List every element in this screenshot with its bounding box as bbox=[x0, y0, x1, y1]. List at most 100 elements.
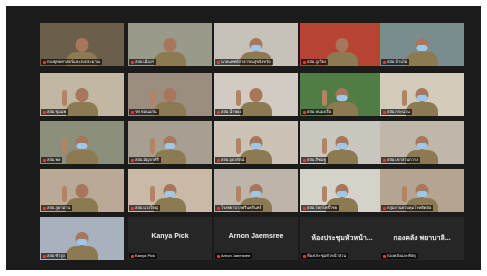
participant-tile[interactable]: สสอ.เขาสวนกวาง bbox=[380, 121, 464, 164]
participant-tile[interactable]: กองยุทธศาสตร์และงบประมาณ bbox=[40, 23, 124, 66]
muted-mic-icon bbox=[43, 206, 46, 210]
muted-mic-icon bbox=[383, 110, 386, 114]
raised-hand-icon bbox=[322, 138, 327, 154]
participant-head bbox=[163, 38, 177, 52]
muted-mic-icon bbox=[43, 254, 46, 258]
muted-mic-icon bbox=[383, 254, 386, 258]
participant-tile[interactable]: นายแพทย์สาธารณสุขจังหวัด bbox=[214, 23, 298, 66]
participant-name: กองคลังและพัสดุ bbox=[387, 253, 416, 258]
participant-tile[interactable]: สสอ.แวงใหญ่ bbox=[128, 169, 212, 212]
participant-name: กองยุทธศาสตร์และงบประมาณ bbox=[47, 59, 101, 64]
muted-mic-icon bbox=[43, 60, 46, 64]
participant-name-label: สสอ.ภูผาม่าน bbox=[41, 205, 73, 211]
participant-name: สสอ.แวงใหญ่ bbox=[135, 205, 159, 210]
participant-silhouette bbox=[236, 86, 273, 116]
participant-tile[interactable]: สสอ.ชุมแพ bbox=[40, 73, 124, 116]
participant-gallery: กองยุทธศาสตร์และงบประมาณ สสอ.เมืองฯ นายแพท… bbox=[40, 23, 464, 270]
participant-name: สสอ.กระนวน bbox=[387, 109, 410, 114]
participant-name: Arnon Jaemsree bbox=[221, 253, 251, 258]
participant-name-label: สสอ.สีชมพู bbox=[301, 157, 328, 163]
face-mask-icon bbox=[416, 45, 428, 51]
participant-name: สสอ.โคกโพธิ์ไชย bbox=[307, 205, 337, 210]
participant-head bbox=[163, 88, 177, 102]
face-mask-icon bbox=[336, 191, 348, 197]
participant-name-label: สสอ.แวงใหญ่ bbox=[129, 205, 161, 211]
participant-tile[interactable]: สสอ.เมืองฯ bbox=[128, 23, 212, 66]
face-mask-icon bbox=[164, 191, 176, 197]
participant-tile[interactable]: สสอ.พล bbox=[40, 121, 124, 164]
participant-name: โรงพยาบาลศรีนครินทร์ bbox=[221, 205, 262, 210]
participant-name: สสอ.ภูผาม่าน bbox=[47, 205, 71, 210]
muted-mic-icon bbox=[131, 158, 134, 162]
participant-name: สสอ.สีชมพู bbox=[307, 157, 326, 162]
participant-name: รพ.ขอนแก่น bbox=[135, 109, 157, 114]
raised-hand-icon bbox=[236, 186, 241, 202]
face-mask-icon bbox=[336, 143, 348, 149]
participant-silhouette bbox=[325, 36, 359, 66]
face-mask-icon bbox=[416, 191, 428, 197]
muted-mic-icon bbox=[43, 110, 46, 114]
participant-tile[interactable]: สสอ.กระนวน bbox=[380, 73, 464, 116]
participant-tile[interactable]: สสอ.บ้านไผ่ bbox=[380, 23, 464, 66]
participant-tile[interactable]: Arnon Jaemsree Arnon Jaemsree bbox=[214, 217, 298, 260]
participant-tile[interactable]: สสอ.สีชมพู bbox=[300, 121, 384, 164]
participant-display-name: Kanya Pick bbox=[151, 233, 189, 240]
raised-hand-icon bbox=[322, 90, 327, 106]
participant-tile[interactable]: สสอ.ซำสูง bbox=[40, 217, 124, 260]
participant-silhouette bbox=[153, 36, 187, 66]
raised-hand-icon bbox=[402, 90, 407, 106]
face-mask-icon bbox=[250, 191, 262, 197]
participant-name: สสอ.หนองเรือ bbox=[307, 109, 332, 114]
muted-mic-icon bbox=[303, 254, 306, 258]
participant-tile[interactable]: สสอ.น้ำพอง bbox=[214, 73, 298, 116]
participant-name-label: ห้องประชุมหัวหน้าส่วน bbox=[301, 253, 349, 259]
participant-name: สสอ.บ้านไผ่ bbox=[387, 59, 408, 64]
participant-name-label: กองยุทธศาสตร์และงบประมาณ bbox=[41, 59, 103, 65]
participant-name: สสอ.ชุมแพ bbox=[47, 109, 66, 114]
participant-body bbox=[66, 246, 98, 260]
participant-name-label: สสอ.เมืองฯ bbox=[129, 59, 157, 65]
participant-name-label: โรงพยาบาลศรีนครินทร์ bbox=[215, 205, 264, 211]
muted-mic-icon bbox=[303, 206, 306, 210]
participant-tile[interactable]: สสอ.ภูผาม่าน bbox=[40, 169, 124, 212]
participant-tile[interactable]: ห้องประชุมหัวหน้า... ห้องประชุมหัวหน้าส่ว… bbox=[300, 217, 384, 260]
participant-name: สสอ.อุบลรัตน์ bbox=[221, 157, 245, 162]
face-mask-icon bbox=[250, 143, 262, 149]
participant-tile[interactable]: สสอ.โคกโพธิ์ไชย bbox=[300, 169, 384, 212]
participant-tile[interactable]: กลุ่มงานควบคุมโรคติดต่อ bbox=[380, 169, 464, 212]
muted-mic-icon bbox=[383, 60, 386, 64]
participant-name-label: สสอ.มัญจาคีรี bbox=[129, 157, 161, 163]
participant-tile[interactable]: สสอ.มัญจาคีรี bbox=[128, 121, 212, 164]
participant-name-label: สสอ.เขาสวนกวาง bbox=[381, 157, 421, 163]
participant-name: สสอ.พล bbox=[47, 157, 61, 162]
participant-tile[interactable]: รพ.ขอนแก่น bbox=[128, 73, 212, 116]
participant-tile[interactable]: โรงพยาบาลศรีนครินทร์ bbox=[214, 169, 298, 212]
face-mask-icon bbox=[336, 95, 348, 101]
participant-name-label: สสอ.พล bbox=[41, 157, 63, 163]
participant-name: สสอ.เมืองฯ bbox=[135, 59, 155, 64]
muted-mic-icon bbox=[303, 158, 306, 162]
participant-body bbox=[240, 102, 272, 116]
participant-name: กลุ่มงานควบคุมโรคติดต่อ bbox=[387, 205, 432, 210]
participant-body bbox=[406, 52, 438, 66]
participant-display-name: ห้องประชุมหัวหน้า... bbox=[311, 235, 373, 242]
raised-hand-icon bbox=[62, 90, 67, 106]
participant-silhouette bbox=[62, 134, 99, 164]
raised-hand-icon bbox=[62, 138, 67, 154]
participant-silhouette bbox=[62, 86, 99, 116]
raised-hand-icon bbox=[402, 186, 407, 202]
participant-head bbox=[249, 88, 263, 102]
participant-tile[interactable]: สสอ.หนองเรือ bbox=[300, 73, 384, 116]
participant-tile[interactable]: สสอ.อุบลรัตน์ bbox=[214, 121, 298, 164]
participant-name-label: สสอ.กระนวน bbox=[381, 109, 412, 115]
participant-tile[interactable]: สสอ.ภูเวียง bbox=[300, 23, 384, 66]
participant-name-label: รพ.ขอนแก่น bbox=[129, 109, 159, 115]
participant-head bbox=[75, 184, 89, 198]
participant-tile[interactable]: Kanya Pick Kanya Pick bbox=[128, 217, 212, 260]
muted-mic-icon bbox=[131, 206, 134, 210]
muted-mic-icon bbox=[383, 206, 386, 210]
participant-name-label: สสอ.อุบลรัตน์ bbox=[215, 157, 247, 163]
participant-head bbox=[75, 38, 89, 52]
participant-tile[interactable]: กองคลัง พยาบาลิ... กองคลังและพัสดุ bbox=[380, 217, 464, 260]
participant-name: นายแพทย์สาธารณสุขจังหวัด bbox=[221, 59, 271, 64]
